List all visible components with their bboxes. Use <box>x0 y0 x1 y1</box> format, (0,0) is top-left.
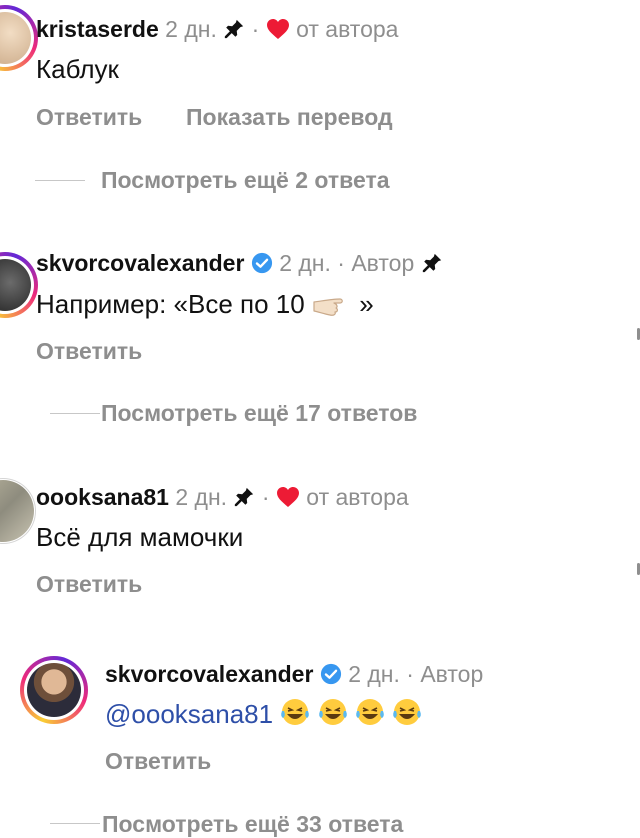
comment-text-end: » <box>359 289 374 319</box>
username[interactable]: kristaserde <box>36 16 159 42</box>
reply-header: skvorcovalexander 2 дн. · Автор <box>105 660 483 688</box>
laughing-tears-emoji <box>393 699 421 725</box>
avatar-photo <box>0 480 34 542</box>
pin-icon <box>223 16 251 42</box>
avatar-skvorcovalexander[interactable] <box>0 252 38 318</box>
reply-text: @oooksana81 <box>105 697 422 730</box>
separator: · <box>406 661 414 687</box>
reply-button[interactable]: Ответить <box>105 747 211 775</box>
divider-line <box>50 413 100 414</box>
avatar-photo <box>27 663 81 717</box>
comment-text-start: Например: «Все по 10 <box>36 289 305 319</box>
laughing-tears-emoji <box>318 699 347 725</box>
pin-icon <box>421 250 443 276</box>
view-more-replies-button[interactable]: Посмотреть ещё 33 ответа <box>102 810 403 838</box>
laughing-tears-emoji <box>355 699 384 725</box>
heart-icon <box>276 484 306 510</box>
separator: · <box>251 16 260 42</box>
heart-icon <box>266 16 296 42</box>
reply-button[interactable]: Ответить <box>36 337 142 365</box>
liked-by-author: от автора <box>306 484 409 510</box>
username[interactable]: oooksana81 <box>36 484 169 510</box>
comment-header: kristaserde 2 дн. · от автора <box>36 15 398 43</box>
comment-text: Каблук <box>36 54 119 84</box>
avatar-oooksana81[interactable] <box>0 478 36 544</box>
avatar-kristaserde[interactable] <box>0 5 38 71</box>
comment-text: Всё для мамочки <box>36 522 244 552</box>
reply-button[interactable]: Ответить <box>36 570 142 598</box>
mention-link[interactable]: @oooksana81 <box>105 699 273 729</box>
reply-button[interactable]: Ответить <box>36 103 142 131</box>
pointing-hand-emoji <box>312 292 352 324</box>
view-more-replies-button[interactable]: Посмотреть ещё 17 ответов <box>101 399 417 427</box>
username[interactable]: skvorcovalexander <box>36 250 244 276</box>
show-translation-button[interactable]: Показать перевод <box>186 103 393 131</box>
comment-header: oooksana81 2 дн. · от автора <box>36 483 409 511</box>
divider-line <box>50 823 100 824</box>
avatar-skvorcovalexander-reply[interactable] <box>20 656 88 724</box>
laughing-emoji-group <box>280 699 422 729</box>
laughing-tears-emoji <box>281 699 310 725</box>
separator: · <box>337 250 345 276</box>
username[interactable]: skvorcovalexander <box>105 661 313 687</box>
verified-badge-icon <box>320 661 348 687</box>
comment-text: Например: «Все по 10 » <box>36 288 374 324</box>
timestamp: 2 дн. <box>348 661 400 687</box>
comment-header: skvorcovalexander 2 дн. · Автор <box>36 249 443 277</box>
divider-line <box>35 180 85 181</box>
verified-badge-icon <box>251 250 279 276</box>
timestamp: 2 дн. <box>165 16 217 42</box>
author-label: Автор <box>420 661 484 687</box>
timestamp: 2 дн. <box>279 250 331 276</box>
pin-icon <box>233 484 261 510</box>
liked-by-author: от автора <box>296 16 399 42</box>
separator: · <box>261 484 270 510</box>
view-more-replies-button[interactable]: Посмотреть ещё 2 ответа <box>101 166 390 194</box>
timestamp: 2 дн. <box>175 484 228 510</box>
author-label: Автор <box>351 250 415 276</box>
